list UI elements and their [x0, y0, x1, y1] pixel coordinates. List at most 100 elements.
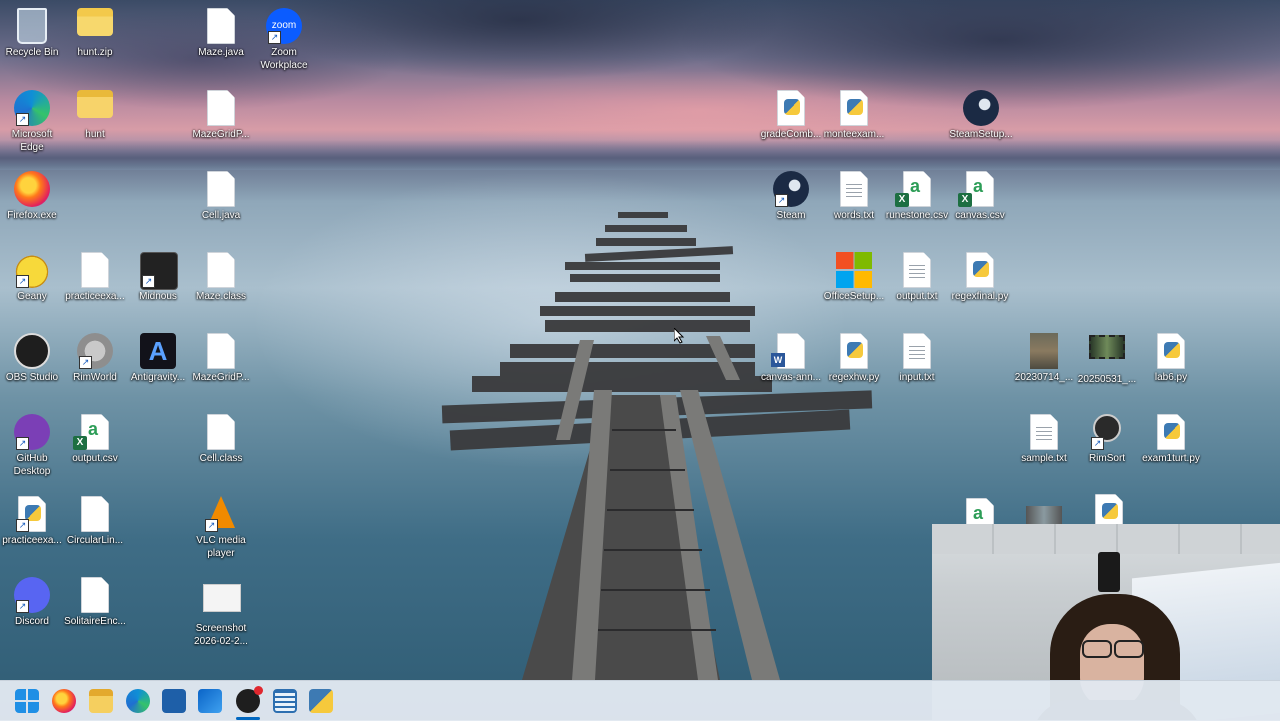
desktop-icon-geany[interactable]: ↗ Geany: [0, 248, 64, 326]
desktop-icon-mazegridp-1[interactable]: MazeGridP...: [189, 86, 253, 164]
python-file-icon: [773, 90, 809, 126]
text-file-icon: [899, 333, 935, 369]
glasses-left: [1082, 640, 1112, 658]
desktop-icon-antigravity[interactable]: A Antigravity...: [126, 329, 190, 407]
desktop-icon-canvas-csv[interactable]: aX canvas.csv: [948, 167, 1012, 245]
taskbar-firefox-icon[interactable]: [52, 689, 76, 713]
desktop-icon-regexhw[interactable]: regexhw.py: [822, 329, 886, 407]
midnous-icon: ↗: [140, 252, 178, 290]
csv-file-icon: aX: [958, 171, 998, 207]
desktop-icon-recycle-bin[interactable]: Recycle Bin: [0, 4, 64, 82]
steam-installer-icon: [963, 90, 999, 126]
vlc-cone-icon: ↗: [203, 496, 239, 532]
desktop-icon-rimsort[interactable]: ↗ RimSort: [1075, 410, 1139, 488]
file-icon: [203, 8, 239, 44]
desktop-icon-practiceexa-1[interactable]: practiceexa...: [63, 248, 127, 326]
edge-icon: ↗: [14, 90, 50, 126]
text-file-icon: [836, 171, 872, 207]
desktop-icon-input-txt[interactable]: input.txt: [885, 329, 949, 407]
file-icon: [77, 496, 113, 532]
desktop-icon-cell-class[interactable]: Cell.class: [189, 410, 253, 488]
partial-csv-icon: a: [962, 498, 998, 524]
speaker: [1098, 552, 1120, 592]
desktop-icon-canvas-ann[interactable]: W canvas-ann...: [759, 329, 823, 407]
taskbar: [0, 680, 1280, 721]
file-icon: [203, 333, 239, 369]
recycle-bin-icon: [14, 8, 50, 44]
desktop-icon-steam[interactable]: ↗ Steam: [759, 167, 823, 245]
desktop-icon-runestone-csv[interactable]: aX runestone.csv: [885, 167, 949, 245]
desktop-icon-zoom[interactable]: zoom ↗ Zoom Workplace: [252, 4, 316, 82]
microsoft-logo-icon: [836, 252, 872, 288]
taskbar-notepad-icon[interactable]: [273, 689, 297, 713]
partial-python-icon: [1094, 494, 1124, 524]
text-file-icon: [899, 252, 935, 288]
mouse-cursor-icon: [674, 328, 685, 344]
desktop-icon-sample-txt[interactable]: sample.txt: [1012, 410, 1076, 488]
ceiling-tiles: [932, 524, 1280, 554]
magnifier-icon: ↗: [1089, 414, 1125, 450]
desktop-icon-midnous[interactable]: ↗ Midnous: [126, 248, 190, 326]
desktop-icon-gradecomb[interactable]: gradeComb...: [759, 86, 823, 164]
partial-image-icon: [1026, 506, 1062, 524]
desktop-icon-lab6[interactable]: lab6.py: [1139, 329, 1203, 407]
desktop-icon-mazegridp-2[interactable]: MazeGridP...: [189, 329, 253, 407]
csv-file-icon: aX: [73, 414, 113, 450]
antigravity-icon: A: [140, 333, 176, 369]
desktop-icon-firefox[interactable]: Firefox.exe: [0, 167, 64, 245]
desktop-icon-edge[interactable]: ↗ Microsoft Edge: [0, 86, 64, 164]
firefox-icon: [14, 171, 50, 207]
python-file-icon: ↗: [14, 496, 50, 532]
start-button[interactable]: [15, 689, 39, 713]
desktop-icon-obs[interactable]: OBS Studio: [0, 329, 64, 407]
desktop-icon-rimworld[interactable]: ↗ RimWorld: [63, 329, 127, 407]
desktop-icon-img-20230714[interactable]: 20230714_...: [1012, 329, 1076, 407]
file-icon: [77, 252, 113, 288]
taskbar-file-explorer-icon[interactable]: [89, 689, 113, 713]
taskbar-obs-icon[interactable]: [236, 686, 263, 713]
desktop-icon-hunt-zip[interactable]: hunt.zip: [63, 4, 127, 82]
taskbar-store-icon[interactable]: [162, 689, 186, 713]
desktop-icon-vlc[interactable]: ↗ VLC media player: [189, 492, 253, 570]
desktop-icon-maze-java[interactable]: Maze.java: [189, 4, 253, 82]
desktop-icon-discord[interactable]: ↗ Discord: [0, 573, 64, 651]
discord-icon: ↗: [14, 577, 50, 613]
python-file-icon: [836, 333, 872, 369]
folder-icon: [77, 90, 113, 126]
desktop-icon-maze-class[interactable]: Maze.class: [189, 248, 253, 326]
desktop-icon-circularlin[interactable]: CircularLin...: [63, 492, 127, 570]
file-icon: [203, 252, 239, 288]
video-thumbnail-icon: [1089, 335, 1125, 371]
taskbar-python-icon[interactable]: [309, 689, 333, 713]
desktop-icon-words-txt[interactable]: words.txt: [822, 167, 886, 245]
file-icon: [77, 577, 113, 613]
desktop-icon-hunt-folder[interactable]: hunt: [63, 86, 127, 164]
desktop-icon-screenshot[interactable]: Screenshot 2026-02-2...: [189, 580, 253, 658]
photo-thumbnail-icon: [1026, 333, 1062, 369]
desktop-icon-solitaireenc[interactable]: SolitaireEnc...: [63, 573, 127, 651]
desktop-icon-practiceexa-2[interactable]: ↗ practiceexa...: [0, 492, 64, 570]
image-file-icon: [203, 584, 241, 620]
desktop-icon-img-20250531[interactable]: 20250531_...: [1075, 329, 1139, 407]
desktop-icon-monteexam[interactable]: monteexam...: [822, 86, 886, 164]
taskbar-outlook-icon[interactable]: [198, 689, 222, 713]
taskbar-edge-icon[interactable]: [126, 689, 150, 713]
desktop-icon-exam1turt[interactable]: exam1turt.py: [1139, 410, 1203, 488]
desktop-icon-cell-java[interactable]: Cell.java: [189, 167, 253, 245]
word-file-icon: W: [771, 333, 809, 369]
python-file-icon: [836, 90, 872, 126]
desktop-icon-regexfinal[interactable]: regexfinal.py: [948, 248, 1012, 326]
file-icon: [203, 171, 239, 207]
zoom-icon: zoom ↗: [266, 8, 302, 44]
obs-icon: [14, 333, 50, 369]
rimworld-icon: ↗: [77, 333, 113, 369]
csv-file-icon: aX: [895, 171, 935, 207]
text-file-icon: [1026, 414, 1062, 450]
desktop-icon-steamsetup[interactable]: SteamSetup...: [949, 86, 1013, 164]
recording-indicator: [254, 686, 263, 695]
desktop-icon-officesetup[interactable]: OfficeSetup...: [822, 248, 886, 326]
python-file-icon: [1153, 333, 1189, 369]
desktop-icon-github[interactable]: ↗ GitHub Desktop: [0, 410, 64, 488]
desktop-icon-output-txt[interactable]: output.txt: [885, 248, 949, 326]
desktop-icon-output-csv[interactable]: aX output.csv: [63, 410, 127, 488]
